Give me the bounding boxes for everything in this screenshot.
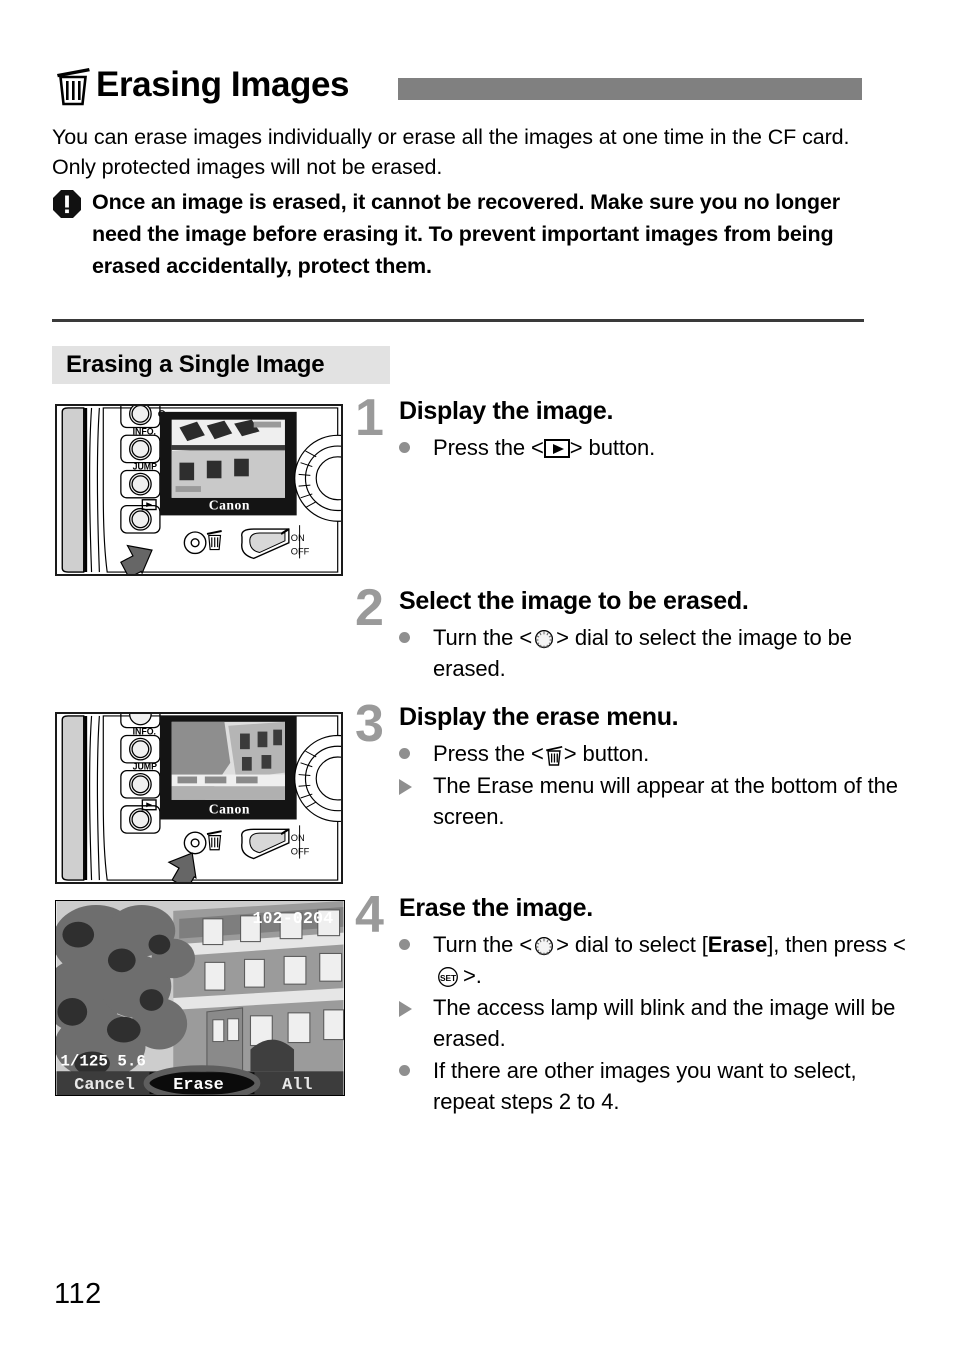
- caution-block: Once an image is erased, it cannot be re…: [52, 186, 864, 282]
- image-number-overlay: 102-0204: [252, 910, 333, 929]
- list-item: If there are other images you want to se…: [399, 1055, 921, 1117]
- step-1-title: Display the image.: [399, 397, 614, 425]
- step-2-number: 2: [355, 579, 384, 637]
- list-item-text: The Erase menu will appear at the bottom…: [433, 773, 898, 829]
- intro-paragraph: You can erase images individually or era…: [52, 125, 850, 179]
- step-4-number: 4: [355, 886, 384, 944]
- playback-icon: [543, 439, 570, 458]
- svg-text:JUMP: JUMP: [133, 461, 158, 471]
- step-3-list: Press the < > button. The Erase menu will…: [399, 738, 921, 832]
- svg-text:ON: ON: [291, 833, 305, 843]
- menu-option-erase: Erase: [173, 1076, 223, 1095]
- svg-text:OFF: OFF: [291, 546, 310, 556]
- list-item: The Erase menu will appear at the bottom…: [399, 770, 921, 832]
- set-icon: SET: [438, 967, 458, 987]
- step-3: 3 Display the erase menu. Press the < > b…: [355, 695, 921, 833]
- step-1-list: Press the < > button.: [399, 432, 921, 463]
- step-3-title: Display the erase menu.: [399, 703, 679, 731]
- trash-icon: [57, 68, 90, 106]
- camera-back-illustration-2: INFO. JUMP Canon ON: [58, 714, 341, 882]
- step-3-number: 3: [355, 695, 384, 753]
- svg-text:INFO.: INFO.: [133, 426, 156, 436]
- step-2: 2 Select the image to be erased. Turn th…: [355, 579, 921, 685]
- camera-back-illustration-1: INFO. JUMP Canon ON: [58, 406, 341, 574]
- dial-icon: [535, 936, 554, 956]
- brand-label: Canon: [209, 802, 250, 817]
- list-item-text: Press the < > button.: [433, 741, 650, 766]
- figure-lcd-erase-menu: 102-0204 1/125 5.6 Cancel Erase All: [55, 900, 345, 1096]
- brand-label: Canon: [209, 498, 250, 513]
- bullet-dot: [399, 929, 433, 991]
- list-item-text: If there are other images you want to se…: [433, 1058, 857, 1114]
- bullet-dot: [399, 1055, 433, 1117]
- step-4-title: Erase the image.: [399, 894, 593, 922]
- page-title-text: Erasing Images: [96, 64, 350, 104]
- menu-option-cancel: Cancel: [74, 1076, 135, 1095]
- list-item: Turn the < > dial to select [Erase], then…: [399, 929, 921, 991]
- step-4: 4 Erase the image. Turn the < > dial to s…: [355, 886, 921, 1118]
- bullet-triangle: [399, 992, 433, 1054]
- svg-text:SET: SET: [440, 973, 457, 983]
- warning-octagon-icon: [53, 190, 81, 218]
- page-title: Erasing Images: [52, 60, 864, 108]
- step-2-list: Turn the < > dial to select the image to …: [399, 622, 921, 684]
- figure-camera-back-playback: INFO. JUMP Canon ON: [55, 404, 343, 576]
- caution-text: Once an image is erased, it cannot be re…: [92, 190, 840, 278]
- menu-option-all: All: [282, 1076, 312, 1095]
- trash-icon: [545, 746, 563, 766]
- step-1: 1 Display the image. Press the < > button…: [355, 389, 921, 464]
- bullet-dot: [399, 738, 433, 769]
- section-divider: [52, 319, 864, 322]
- lcd-erase-menu-illustration: 102-0204 1/125 5.6 Cancel Erase All: [56, 901, 344, 1095]
- list-item-text: Press the < > button.: [433, 435, 656, 460]
- list-item: Press the < > button.: [399, 432, 921, 463]
- svg-text:ON: ON: [291, 533, 305, 543]
- svg-text:INFO.: INFO.: [133, 727, 156, 737]
- list-item-text: The access lamp will blink and the image…: [433, 995, 896, 1051]
- bullet-triangle: [399, 770, 433, 832]
- list-item-text: Turn the < > dial to select [Erase], then…: [433, 932, 906, 988]
- bullet-dot: [399, 432, 433, 463]
- list-item-text: Turn the < > dial to select the image to …: [433, 625, 852, 681]
- list-item: Turn the < > dial to select the image to …: [399, 622, 921, 684]
- shutter-aperture-overlay: 1/125 5.6: [60, 1052, 146, 1070]
- page-number: 112: [54, 1278, 102, 1310]
- step-2-title: Select the image to be erased.: [399, 587, 749, 615]
- step-4-list: Turn the < > dial to select [Erase], then…: [399, 929, 921, 1117]
- svg-text:OFF: OFF: [291, 847, 310, 857]
- list-item: The access lamp will blink and the image…: [399, 992, 921, 1054]
- list-item: Press the < > button.: [399, 738, 921, 769]
- svg-text:JUMP: JUMP: [133, 762, 158, 772]
- section-heading-text: Erasing a Single Image: [66, 351, 325, 378]
- dial-icon: [535, 629, 554, 649]
- figure-camera-back-erase: INFO. JUMP Canon ON: [55, 712, 343, 884]
- step-1-number: 1: [355, 389, 384, 447]
- section-heading: Erasing a Single Image: [52, 346, 390, 384]
- bullet-dot: [399, 622, 433, 684]
